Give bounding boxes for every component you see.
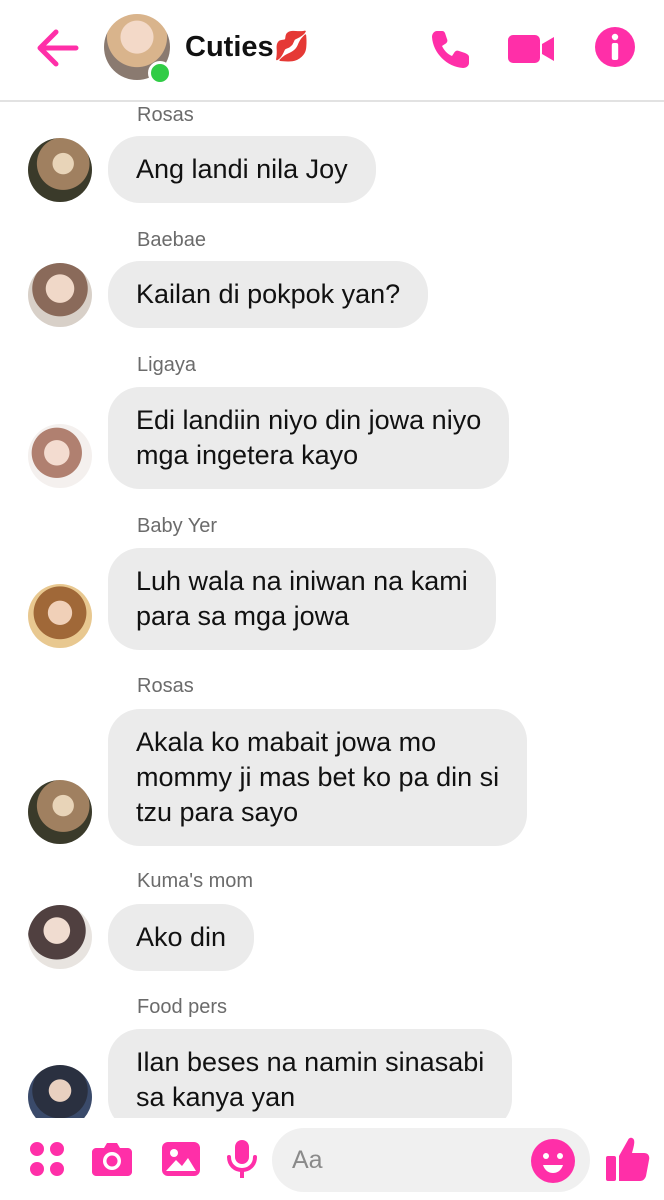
message-bubble[interactable]: Akala ko mabait jowa mo mommy ji mas bet…: [108, 709, 528, 846]
info-icon[interactable]: [594, 26, 640, 72]
gallery-icon[interactable]: [160, 1138, 202, 1180]
message-bubble[interactable]: Edi landiin niyo din jowa niyo mga inget…: [108, 387, 510, 489]
thumbs-up-icon[interactable]: [604, 1134, 652, 1184]
avatar[interactable]: [28, 424, 92, 488]
avatar[interactable]: [28, 780, 92, 844]
video-camera-icon[interactable]: [506, 26, 554, 72]
online-status-dot: [148, 61, 172, 85]
message-bubble[interactable]: Ilan beses na namin sinasabi sa kanya ya…: [108, 1029, 513, 1118]
message-list[interactable]: Rosas Ang landi nila Joy Baebae Kailan d…: [0, 102, 664, 1118]
avatar[interactable]: [28, 138, 92, 202]
phone-icon[interactable]: [428, 26, 474, 72]
sender-name: Food pers: [137, 996, 228, 1018]
message-bubble[interactable]: Ako din: [108, 904, 255, 971]
message-bubble[interactable]: Ang landi nila Joy: [108, 136, 376, 203]
avatar[interactable]: [28, 1065, 92, 1118]
emoji-icon[interactable]: [530, 1138, 576, 1184]
sender-name: Rosas: [137, 104, 194, 126]
chat-title[interactable]: Cuties💋: [185, 30, 310, 64]
sender-name: Baby Yer: [137, 515, 218, 537]
sender-name: Baebae: [137, 229, 206, 251]
microphone-icon[interactable]: [224, 1138, 266, 1180]
sender-name: Rosas: [137, 675, 194, 697]
message-bubble[interactable]: Luh wala na iniwan na kami para sa mga j…: [108, 548, 496, 650]
camera-icon[interactable]: [90, 1138, 132, 1180]
sender-name: Kuma's mom: [137, 870, 254, 892]
sender-name: Ligaya: [137, 354, 196, 376]
message-bubble[interactable]: Kailan di pokpok yan?: [108, 261, 429, 328]
avatar[interactable]: [28, 263, 92, 327]
chat-header: Cuties💋: [0, 0, 664, 102]
back-arrow-icon[interactable]: [34, 26, 82, 70]
message-composer: [0, 1118, 664, 1200]
avatar[interactable]: [28, 905, 92, 969]
apps-icon[interactable]: [26, 1138, 68, 1180]
avatar[interactable]: [28, 584, 92, 648]
